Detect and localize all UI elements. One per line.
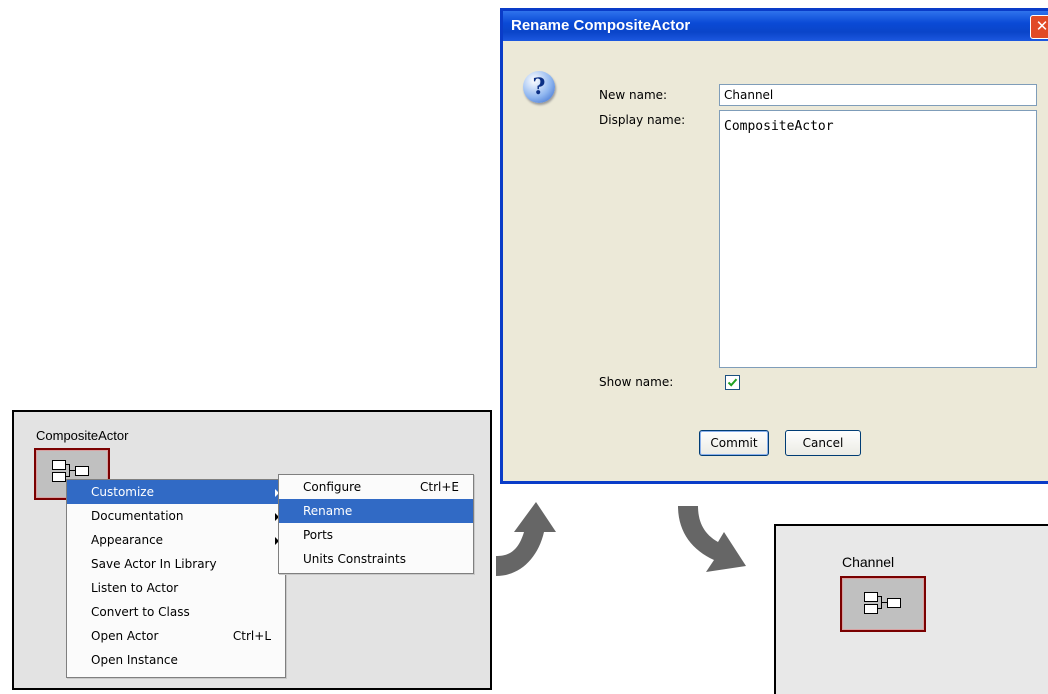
menu-item-listen-to-actor[interactable]: Listen to Actor xyxy=(67,576,285,600)
menu-item-label: Open Actor xyxy=(91,629,159,643)
menu-item-label: Appearance xyxy=(91,533,164,547)
menu-item-convert-to-class[interactable]: Convert to Class xyxy=(67,600,285,624)
channel-actor-icon[interactable] xyxy=(840,576,926,632)
menu-item-label: Configure xyxy=(303,480,362,494)
menu-item-open-actor[interactable]: Open Actor Ctrl+L xyxy=(67,624,285,648)
menu-item-ports[interactable]: Ports xyxy=(279,523,473,547)
close-button[interactable]: ✕ xyxy=(1030,15,1048,39)
commit-button[interactable]: Commit xyxy=(699,430,769,456)
menu-item-configure[interactable]: Configure Ctrl+E xyxy=(279,475,473,499)
new-name-label: New name: xyxy=(599,88,668,102)
rename-dialog: Rename CompositeActor ✕ ? New name: Chan… xyxy=(500,8,1048,484)
menu-item-appearance[interactable]: Appearance xyxy=(67,528,285,552)
menu-item-label: Rename xyxy=(303,504,353,518)
menu-item-shortcut: Ctrl+E xyxy=(420,480,459,494)
menu-item-label: Save Actor In Library xyxy=(91,557,217,571)
show-name-label: Show name: xyxy=(599,375,674,389)
display-name-label: Display name: xyxy=(599,113,686,127)
close-icon: ✕ xyxy=(1035,17,1048,35)
menu-item-save-actor-in-library[interactable]: Save Actor In Library xyxy=(67,552,285,576)
question-icon: ? xyxy=(523,71,555,103)
menu-item-rename[interactable]: Rename xyxy=(279,499,473,523)
actor-title: Channel xyxy=(842,554,895,570)
context-menu: Customize Documentation Appearance Save … xyxy=(66,479,286,678)
menu-item-shortcut: Ctrl+L xyxy=(232,629,271,643)
dialog-title: Rename CompositeActor xyxy=(511,17,691,34)
menu-item-label: Units Constraints xyxy=(303,552,406,566)
question-glyph: ? xyxy=(532,74,546,100)
new-name-field[interactable]: Channel xyxy=(719,84,1037,106)
left-canvas: CompositeActor Customize Documentation A… xyxy=(12,410,492,690)
customize-submenu: Configure Ctrl+E Rename Ports Units Cons… xyxy=(278,474,474,574)
display-name-field[interactable]: CompositeActor xyxy=(719,110,1037,368)
menu-item-label: Customize xyxy=(91,485,154,499)
menu-item-label: Documentation xyxy=(91,509,184,523)
dialog-titlebar[interactable]: Rename CompositeActor ✕ xyxy=(503,11,1048,41)
right-canvas: Channel xyxy=(774,524,1048,694)
checkmark-icon xyxy=(727,378,738,387)
curved-arrow-down-icon xyxy=(678,506,746,572)
menu-item-open-instance[interactable]: Open Instance xyxy=(67,648,285,672)
menu-item-label: Listen to Actor xyxy=(91,581,179,595)
actor-title: CompositeActor xyxy=(36,428,129,443)
show-name-checkbox[interactable] xyxy=(725,375,740,390)
menu-item-customize[interactable]: Customize xyxy=(67,480,285,504)
curved-arrow-up-icon xyxy=(496,502,556,576)
menu-item-documentation[interactable]: Documentation xyxy=(67,504,285,528)
cancel-button[interactable]: Cancel xyxy=(785,430,861,456)
menu-item-label: Open Instance xyxy=(91,653,178,667)
menu-item-units-constraints[interactable]: Units Constraints xyxy=(279,547,473,571)
menu-item-label: Ports xyxy=(303,528,334,542)
menu-item-label: Convert to Class xyxy=(91,605,190,619)
